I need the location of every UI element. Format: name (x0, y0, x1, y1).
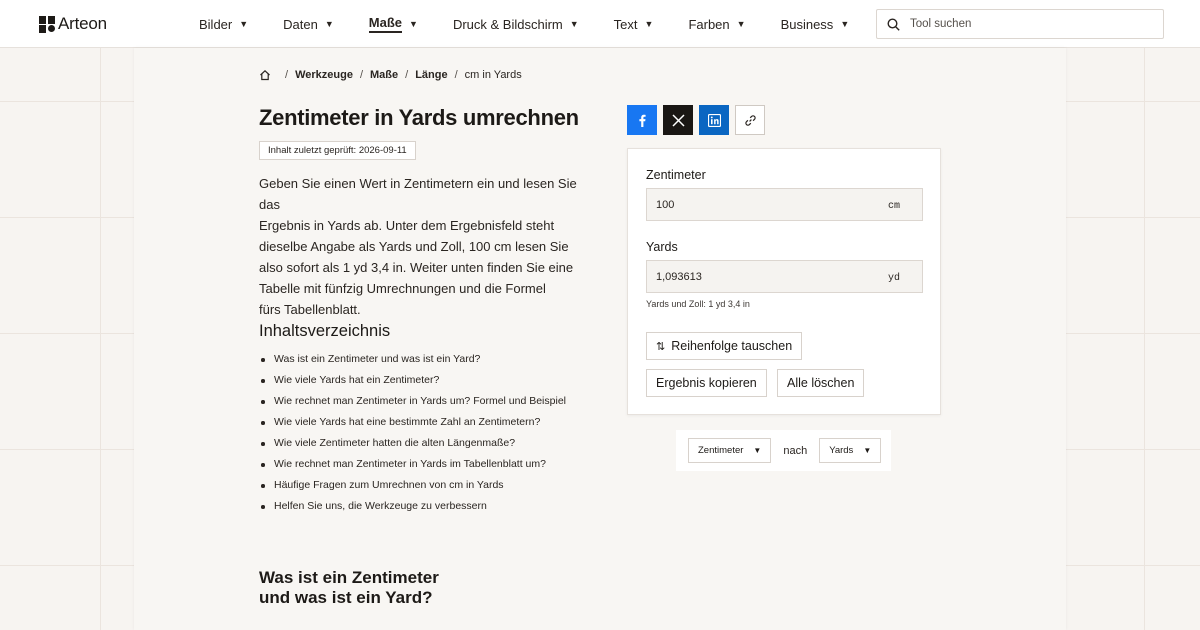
breadcrumb-item-werkzeuge[interactable]: Werkzeuge (295, 69, 353, 81)
breadcrumb-separator: / (454, 69, 458, 81)
unit-selector-bar: Zentimeter ▼ nach Yards ▼ (676, 430, 891, 471)
intro-line: Geben Sie einen Wert in Zentimetern ein … (259, 176, 577, 212)
intro-text: Geben Sie einen Wert in Zentimetern ein … (259, 173, 599, 320)
share-x-button[interactable] (663, 105, 693, 135)
section-heading-line: Was ist ein Zentimeter (259, 568, 439, 587)
yards-unit: yd (887, 273, 900, 284)
caret-down-icon: ▼ (736, 19, 746, 29)
breadcrumb: / Werkzeuge / Maße / Länge / cm in Yards (259, 69, 522, 81)
last-checked-badge: Inhalt zuletzt geprüft: 2026-09-11 (259, 141, 416, 160)
nav-item-daten[interactable]: Daten ▼ (283, 14, 334, 34)
share-facebook-button[interactable] (627, 105, 657, 135)
search-icon (887, 17, 900, 31)
swap-order-label: Reihenfolge tauschen (671, 339, 793, 353)
breadcrumb-separator: / (405, 69, 409, 81)
nav-item-bilder[interactable]: Bilder ▼ (199, 14, 248, 34)
breadcrumb-separator: / (359, 69, 363, 81)
main-nav: Bilder ▼ Daten ▼ Maße ▼ Druck & Bildschi… (199, 0, 884, 48)
centimeter-input[interactable] (647, 198, 867, 211)
intro-line: Ergebnis in Yards ab. Unter dem Ergebnis… (259, 218, 555, 233)
nav-label: Daten (283, 16, 318, 32)
unit-connector: nach (783, 444, 808, 457)
centimeter-label: Zentimeter (646, 168, 706, 182)
home-icon[interactable] (259, 69, 271, 81)
converter-panel: Zentimeter cm Yards yd Yards und Zoll: 1… (627, 148, 941, 415)
toc-link[interactable]: Häufige Fragen zum Umrechnen von cm in Y… (259, 475, 566, 496)
clear-all-button[interactable]: Alle löschen (777, 369, 865, 397)
breadcrumb-item-masse[interactable]: Maße (370, 69, 398, 81)
nav-label: Druck & Bildschirm (452, 16, 563, 32)
nav-label: Farben (688, 16, 730, 32)
nav-label: Bilder (199, 16, 233, 32)
from-unit-select[interactable]: Zentimeter ▼ (688, 438, 772, 463)
brand-logo[interactable]: Arteon (39, 14, 107, 34)
yards-input[interactable] (647, 270, 867, 283)
caret-down-icon: ▼ (409, 19, 418, 29)
swap-order-button[interactable]: ⇅ Reihenfolge tauschen (646, 332, 803, 360)
centimeter-field[interactable]: cm (646, 188, 923, 221)
intro-line: also sofort als 1 yd 3,4 in. Weiter unte… (259, 260, 574, 275)
to-unit-select[interactable]: Yards ▼ (819, 438, 882, 463)
nav-item-masse[interactable]: Maße ▼ (368, 14, 418, 34)
swap-arrows-icon: ⇅ (656, 340, 666, 353)
centimeter-unit: cm (887, 201, 900, 212)
toc-link[interactable]: Wie viele Yards hat ein Zentimeter? (259, 370, 566, 391)
share-linkedin-button[interactable] (699, 105, 729, 135)
section-heading: Was ist ein Zentimeter und was ist ein Y… (259, 568, 439, 608)
toc-link[interactable]: Wie rechnet man Zentimeter in Yards um? … (259, 391, 566, 412)
yards-field[interactable]: yd (646, 260, 923, 293)
nav-label: Maße (368, 15, 403, 33)
nav-item-druck-bildschirm[interactable]: Druck & Bildschirm ▼ (453, 14, 579, 34)
toc-link[interactable]: Wie viele Zentimeter hatten die alten Lä… (259, 433, 566, 454)
page-title: Zentimeter in Yards umrechnen (259, 105, 579, 130)
caret-down-icon: ▼ (840, 19, 850, 29)
to-unit-value: Yards (829, 445, 854, 456)
toc-link[interactable]: Was ist ein Zentimeter und was ist ein Y… (259, 349, 566, 370)
logo-mark-icon (39, 15, 55, 33)
link-icon (744, 114, 756, 126)
table-of-contents: Was ist ein Zentimeter und was ist ein Y… (259, 349, 566, 517)
caret-down-icon: ▼ (569, 19, 579, 29)
linkedin-icon (707, 113, 721, 127)
caret-down-icon: ▼ (239, 19, 249, 29)
toc-link[interactable]: Wie rechnet man Zentimeter in Yards im T… (259, 454, 566, 475)
nav-item-text[interactable]: Text ▼ (614, 14, 654, 34)
nav-item-farben[interactable]: Farben ▼ (688, 14, 745, 34)
toc-link[interactable]: Wie viele Yards hat eine bestimmte Zahl … (259, 412, 566, 433)
intro-line: fürs Tabellenblatt. (259, 302, 361, 317)
from-unit-value: Zentimeter (698, 445, 744, 456)
facebook-icon (638, 114, 646, 127)
copy-result-button[interactable]: Ergebnis kopieren (646, 369, 767, 397)
section-heading-line: und was ist ein Yard? (259, 588, 433, 607)
caret-down-icon: ▼ (644, 19, 654, 29)
nav-item-business[interactable]: Business ▼ (781, 14, 850, 34)
main-content: / Werkzeuge / Maße / Länge / cm in Yards… (134, 48, 1066, 630)
intro-line: Tabelle mit fünfzig Umrechnungen und die… (259, 281, 546, 296)
caret-down-icon: ▼ (324, 19, 334, 29)
yards-label: Yards (646, 240, 678, 254)
nav-label: Text (613, 16, 638, 32)
toc-link[interactable]: Helfen Sie uns, die Werkzeuge zu verbess… (259, 496, 566, 517)
site-header: Arteon Bilder ▼ Daten ▼ Maße ▼ Druck & B… (0, 0, 1200, 48)
intro-line: dieselbe Angabe als Yards und Zoll, 100 … (259, 239, 569, 254)
breadcrumb-item-laenge[interactable]: Länge (415, 69, 447, 81)
caret-down-icon: ▼ (753, 446, 762, 455)
nav-label: Business (780, 16, 834, 32)
brand-name: Arteon (58, 14, 107, 33)
toc-heading: Inhaltsverzeichnis (259, 322, 391, 340)
breadcrumb-separator: / (285, 69, 289, 81)
yards-inches-note: Yards und Zoll: 1 yd 3,4 in (646, 299, 750, 309)
tool-search[interactable] (876, 9, 1164, 39)
x-icon (671, 113, 685, 127)
search-input[interactable] (910, 18, 1150, 30)
caret-down-icon: ▼ (863, 446, 872, 455)
breadcrumb-current: cm in Yards (464, 69, 522, 81)
copy-link-button[interactable] (735, 105, 765, 135)
share-buttons (627, 105, 771, 135)
